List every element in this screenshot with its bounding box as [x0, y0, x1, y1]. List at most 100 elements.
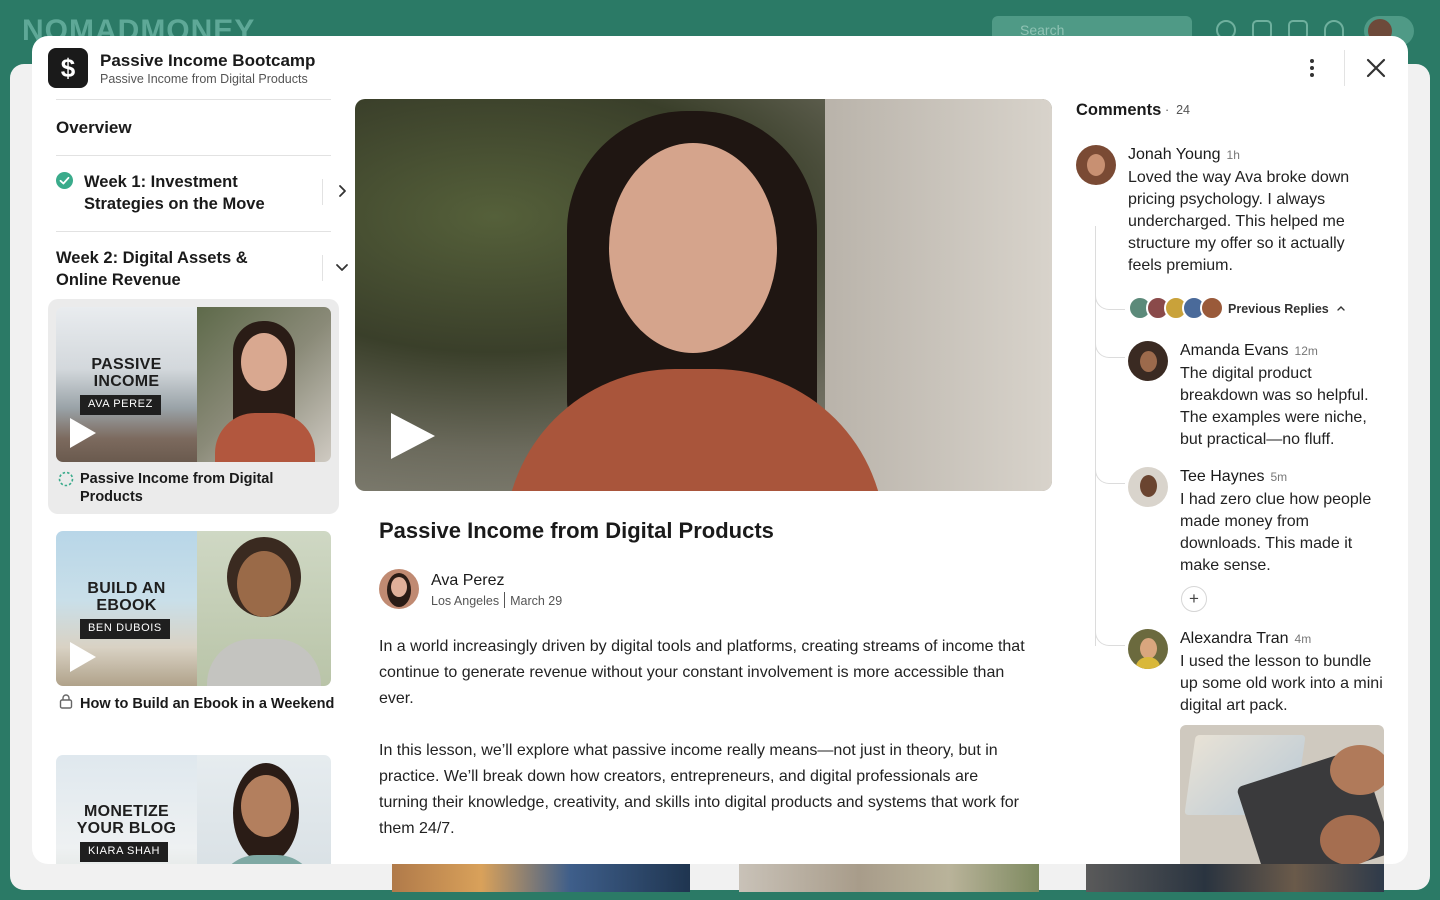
lesson-thumbnail[interactable]: BUILD AN EBOOK BEN DUBOIS [56, 531, 331, 686]
week-divider [322, 179, 323, 205]
comment-avatar[interactable] [1128, 341, 1168, 381]
comment-author: Amanda Evans 12m [1180, 342, 1318, 360]
presenter-face [237, 551, 291, 617]
thumbnail-title-line: BUILD AN [87, 580, 166, 597]
comment-author-name[interactable]: Jonah Young [1128, 146, 1221, 163]
lesson-card-build-ebook[interactable]: BUILD AN EBOOK BEN DUBOIS How to Build a… [48, 523, 339, 723]
author-avatar[interactable] [379, 569, 419, 609]
avatar-face [391, 577, 407, 597]
chevron-down-icon[interactable] [334, 259, 350, 275]
presenter-shirt [207, 639, 321, 686]
reply-avatar [1200, 296, 1224, 320]
header-divider [1344, 50, 1345, 86]
lesson-paragraph: In this lesson, we’ll explore what passi… [379, 742, 1019, 837]
thread-connector [1095, 288, 1125, 310]
avatar-face [1140, 351, 1157, 372]
sidebar-divider [56, 155, 331, 156]
thread-connector [1095, 336, 1125, 358]
thumbnail-author-tag: KIARA SHAH [80, 842, 169, 862]
add-reply-button[interactable]: + [1181, 586, 1207, 612]
week-divider [322, 255, 323, 281]
thumbnail-title-line: YOUR BLOG [76, 820, 177, 837]
thumbnail-title-line: MONETIZE [83, 803, 170, 820]
play-icon[interactable] [70, 418, 96, 448]
comment-avatar[interactable] [1128, 467, 1168, 507]
comment-time: 12m [1294, 344, 1318, 358]
comment-author-name[interactable]: Tee Haynes [1180, 468, 1265, 485]
image-hand [1320, 815, 1380, 864]
course-subtitle: Passive Income from Digital Products [100, 72, 308, 86]
check-circle-icon [56, 172, 73, 189]
lesson-label: How to Build an Ebook in a Weekend [80, 696, 335, 712]
comment-author: Jonah Young 1h [1128, 146, 1240, 164]
comment-avatar[interactable] [1128, 629, 1168, 669]
comment-time: 5m [1270, 470, 1288, 484]
close-icon[interactable] [1362, 54, 1390, 82]
chevron-up-icon [1337, 306, 1345, 311]
presenter-face [241, 333, 287, 391]
thread-connector [1095, 624, 1125, 646]
previous-replies-toggle[interactable]: Previous Replies [1228, 302, 1346, 316]
thumbnail-author-tag: BEN DUBOIS [80, 619, 170, 639]
author-name[interactable]: Ava Perez [431, 572, 505, 590]
presenter-shirt [215, 413, 315, 462]
comment-text: The digital product breakdown was so hel… [1180, 365, 1369, 448]
presenter-shirt [217, 855, 317, 864]
lesson-date: March 29 [510, 594, 563, 608]
comment-time: 4m [1294, 632, 1312, 646]
avatar-face [1140, 638, 1157, 659]
avatar-shirt [1136, 657, 1160, 669]
meta-separator [504, 592, 506, 608]
progress-circle-icon [58, 471, 74, 487]
lesson-thumbnail[interactable]: PASSIVE INCOME AVA PEREZ [56, 307, 331, 462]
previous-replies-avatars[interactable] [1128, 296, 1224, 320]
week-2-title: Week 2: Digital Assets & Online Revenue [56, 249, 248, 289]
video-player[interactable] [355, 99, 1052, 491]
avatar-face [1087, 154, 1105, 176]
comments-count: · 24 [1165, 103, 1191, 117]
play-icon[interactable] [70, 642, 96, 672]
sidebar-divider [56, 231, 331, 232]
lock-icon [59, 694, 73, 709]
comment-text: Loved the way Ava broke down pricing psy… [1128, 169, 1350, 274]
comment-author-name[interactable]: Alexandra Tran [1180, 630, 1289, 647]
comment-author-name[interactable]: Amanda Evans [1180, 342, 1289, 359]
week-1-item[interactable]: Week 1: Investment Strategies on the Mov… [56, 171, 346, 217]
comment-time: 1h [1226, 148, 1240, 162]
thumbnail-title-line: INCOME [93, 373, 160, 390]
comments-heading: Comments [1076, 101, 1162, 119]
comment-attachment-image[interactable] [1180, 725, 1384, 864]
comment-author: Tee Haynes 5m [1180, 468, 1287, 486]
presenter-face [241, 775, 291, 837]
comment-avatar[interactable] [1076, 145, 1116, 185]
chevron-right-icon[interactable] [334, 183, 350, 199]
thumbnail-title-line: PASSIVE [91, 356, 162, 373]
bg-image-strip-1 [392, 864, 690, 892]
comment-author: Alexandra Tran 4m [1180, 630, 1311, 648]
course-title: Passive Income Bootcamp [100, 51, 316, 70]
comments-count-value: 24 [1176, 103, 1191, 117]
play-icon[interactable] [391, 413, 435, 459]
comment-text: I used the lesson to bundle up some old … [1180, 653, 1383, 714]
course-logo: $ [48, 48, 88, 88]
more-options-icon[interactable] [1300, 56, 1324, 80]
lesson-paragraph: In a world increasingly driven by digita… [379, 638, 1025, 707]
video-background-wall [825, 99, 1052, 491]
bg-image-strip-2 [739, 864, 1039, 892]
thumbnail-title-line: EBOOK [96, 597, 157, 614]
sidebar-divider [56, 99, 331, 100]
week-2-item[interactable]: Week 2: Digital Assets & Online Revenue [56, 247, 348, 293]
thumbnail-author-tag: AVA PEREZ [80, 395, 161, 415]
lesson-thumbnail[interactable]: MONETIZE YOUR BLOG KIARA SHAH [56, 755, 331, 864]
image-hand [1330, 745, 1384, 795]
sidebar-overview-link[interactable]: Overview [56, 118, 132, 138]
video-presenter-face [609, 143, 777, 353]
thread-connector [1095, 462, 1125, 484]
lesson-card-passive-income[interactable]: PASSIVE INCOME AVA PEREZ Passive Income … [48, 299, 339, 514]
author-meta: Los Angeles March 29 [431, 592, 562, 608]
bg-image-strip-3 [1086, 864, 1384, 892]
lesson-modal: $ Passive Income Bootcamp Passive Income… [32, 36, 1408, 864]
week-1-title: Week 1: Investment Strategies on the Mov… [84, 173, 265, 213]
lesson-card-monetize-blog[interactable]: MONETIZE YOUR BLOG KIARA SHAH [48, 747, 339, 864]
lesson-label: Passive Income from Digital Products [80, 471, 274, 505]
